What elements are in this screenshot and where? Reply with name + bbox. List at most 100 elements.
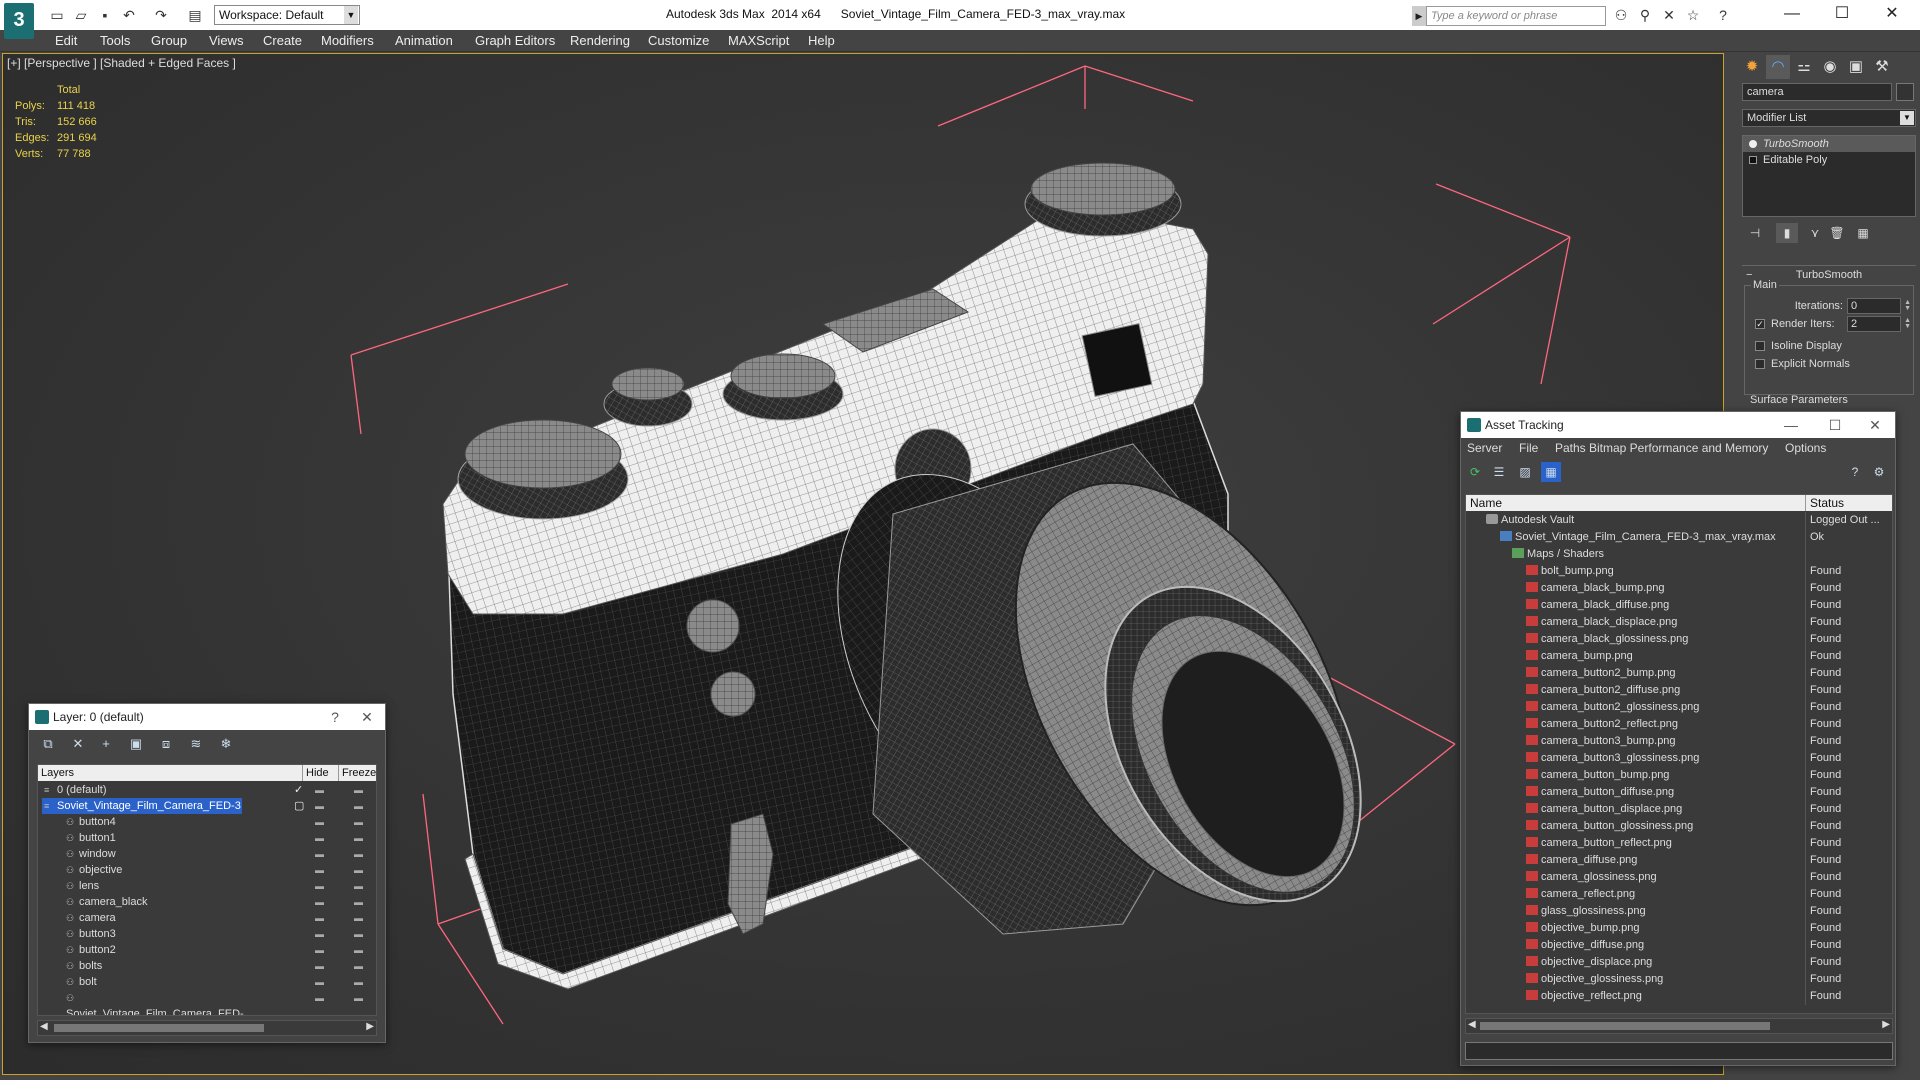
help-icon[interactable]: ?	[321, 704, 349, 730]
create-layer-icon[interactable]: ⧉	[37, 734, 59, 754]
asset-name-cell[interactable]: camera_black_bump.png	[1526, 580, 1665, 597]
freeze-all-layers-icon[interactable]: ❄	[215, 734, 237, 754]
layer-name-cell[interactable]: ⚇ bolt	[64, 974, 244, 990]
asset-name-cell[interactable]: camera_button_bump.png	[1526, 767, 1669, 784]
layer-row[interactable]: ≡ 0 (default) ✓ ▬ ▬	[38, 782, 376, 798]
help-icon[interactable]: ?	[1714, 6, 1732, 24]
asset-row[interactable]: camera_glossiness.png Found	[1466, 869, 1892, 886]
hierarchy-tab-icon[interactable]: ⚍	[1792, 55, 1816, 79]
column-layers[interactable]: Layers	[38, 765, 288, 781]
project-folder-icon[interactable]: ▤	[186, 6, 204, 24]
spinner-arrows-icon[interactable]: ▲ ▼	[1904, 299, 1911, 312]
asset-name-cell[interactable]: objective_glossiness.png	[1526, 971, 1663, 988]
utilities-tab-icon[interactable]: ⚒	[1870, 55, 1894, 79]
hide-toggle-icon[interactable]: ▬	[315, 798, 324, 814]
asset-row[interactable]: bolt_bump.png Found	[1466, 563, 1892, 580]
asset-row[interactable]: camera_bump.png Found	[1466, 648, 1892, 665]
asset-menu-server[interactable]: Server	[1467, 441, 1502, 455]
layer-name-cell[interactable]: ⚇ Soviet_Vintage_Film_Camera_FED-3	[64, 990, 244, 1015]
make-unique-icon[interactable]: ⋎	[1804, 223, 1826, 243]
spinner-arrows-icon[interactable]: ▲ ▼	[1904, 317, 1911, 330]
scroll-left-icon[interactable]: ◀	[1468, 1019, 1476, 1030]
layer-name-cell[interactable]: ⚇ camera	[64, 910, 244, 926]
asset-name-cell[interactable]: Maps / Shaders	[1512, 546, 1604, 563]
layer-name-cell[interactable]: ⚇ lens	[64, 878, 244, 894]
asset-row[interactable]: camera_button2_glossiness.png Found	[1466, 699, 1892, 716]
chevron-down-icon[interactable]: ▼	[344, 6, 358, 24]
scrollbar-thumb[interactable]	[54, 1024, 264, 1032]
redo-icon[interactable]: ↷	[152, 6, 170, 24]
lightbulb-icon[interactable]	[1749, 140, 1757, 148]
asset-name-cell[interactable]: camera_button2_glossiness.png	[1526, 699, 1699, 716]
maximize-icon[interactable]: ☐	[1821, 412, 1849, 438]
minimize-button[interactable]: —	[1772, 2, 1812, 26]
workspace-dropdown[interactable]: Workspace: Default	[214, 5, 360, 25]
hide-toggle-icon[interactable]: ▬	[315, 894, 324, 910]
highlight-layer-icon[interactable]: ⧈	[155, 734, 177, 754]
asset-name-cell[interactable]: camera_black_glossiness.png	[1526, 631, 1688, 648]
show-end-result-icon[interactable]: ▮	[1776, 223, 1798, 243]
asset-menu-options[interactable]: Options	[1785, 441, 1826, 455]
set-current-layer-icon[interactable]: ▢	[294, 798, 304, 814]
stack-item-turbosmooth[interactable]: TurboSmooth	[1743, 136, 1915, 152]
object-name-field[interactable]: camera	[1742, 83, 1892, 101]
settings-icon[interactable]: ⚙	[1869, 462, 1889, 482]
select-layer-objects-icon[interactable]: ▣	[125, 734, 147, 754]
column-freeze[interactable]: Freeze	[338, 765, 376, 781]
hide-toggle-icon[interactable]: ▬	[315, 926, 324, 942]
asset-name-cell[interactable]: camera_button3_glossiness.png	[1526, 750, 1699, 767]
hide-toggle-icon[interactable]: ▬	[315, 974, 324, 990]
asset-window-titlebar[interactable]: Asset Tracking — ☐ ✕	[1461, 412, 1895, 438]
hide-toggle-icon[interactable]: ▬	[315, 878, 324, 894]
save-file-icon[interactable]: ▪	[96, 6, 114, 24]
asset-row[interactable]: camera_button3_glossiness.png Found	[1466, 750, 1892, 767]
asset-name-cell[interactable]: camera_reflect.png	[1526, 886, 1635, 903]
scroll-left-icon[interactable]: ◀	[40, 1021, 48, 1032]
exchange-icon[interactable]: ✕	[1660, 6, 1678, 24]
object-color-swatch[interactable]	[1896, 83, 1914, 101]
asset-name-cell[interactable]: Soviet_Vintage_Film_Camera_FED-3_max_vra…	[1500, 529, 1776, 546]
asset-name-cell[interactable]: camera_button_diffuse.png	[1526, 784, 1674, 801]
menu-group[interactable]: Group	[151, 33, 187, 48]
scrollbar-thumb[interactable]	[1480, 1022, 1770, 1030]
asset-name-cell[interactable]: camera_button_reflect.png	[1526, 835, 1672, 852]
menu-animation[interactable]: Animation	[395, 33, 453, 48]
create-tab-icon[interactable]: ✹	[1740, 55, 1764, 79]
hide-toggle-icon[interactable]: ▬	[315, 846, 324, 862]
asset-row[interactable]: objective_glossiness.png Found	[1466, 971, 1892, 988]
hide-toggle-icon[interactable]: ▬	[315, 990, 324, 1006]
asset-row[interactable]: glass_glossiness.png Found	[1466, 903, 1892, 920]
explicit-normals-checkbox[interactable]: Explicit Normals	[1755, 356, 1915, 372]
checkbox-icon[interactable]	[1755, 359, 1765, 369]
layer-row[interactable]: ⚇ window ▬ ▬	[38, 846, 376, 862]
table-view-icon[interactable]: ▦	[1541, 462, 1561, 482]
isoline-display-checkbox[interactable]: Isoline Display	[1755, 338, 1915, 354]
asset-name-cell[interactable]: objective_reflect.png	[1526, 988, 1642, 1005]
viewport-label[interactable]: [+] [Perspective ] [Shaded + Edged Faces…	[7, 56, 236, 70]
asset-row[interactable]: Soviet_Vintage_Film_Camera_FED-3_max_vra…	[1466, 529, 1892, 546]
app-logo-icon[interactable]: 3	[4, 3, 34, 39]
asset-row[interactable]: camera_button_reflect.png Found	[1466, 835, 1892, 852]
menu-help[interactable]: Help	[808, 33, 835, 48]
layer-name-cell[interactable]: ⚇ button4	[64, 814, 244, 830]
menu-maxscript[interactable]: MAXScript	[728, 33, 789, 48]
minimize-icon[interactable]: —	[1777, 412, 1805, 438]
asset-row[interactable]: camera_button_glossiness.png Found	[1466, 818, 1892, 835]
layer-row[interactable]: ⚇ lens ▬ ▬	[38, 878, 376, 894]
freeze-toggle-icon[interactable]: ▬	[354, 814, 363, 830]
hide-toggle-icon[interactable]: ▬	[315, 782, 324, 798]
asset-row[interactable]: camera_black_diffuse.png Found	[1466, 597, 1892, 614]
pin-stack-icon[interactable]: ⊣	[1744, 223, 1766, 243]
layer-window-titlebar[interactable]: Layer: 0 (default) ? ✕	[29, 704, 385, 730]
freeze-toggle-icon[interactable]: ▬	[354, 974, 363, 990]
layer-row[interactable]: ⚇ camera_black ▬ ▬	[38, 894, 376, 910]
asset-name-cell[interactable]: Autodesk Vault	[1486, 512, 1574, 529]
asset-row[interactable]: objective_reflect.png Found	[1466, 988, 1892, 1005]
layer-row[interactable]: ⚇ objective ▬ ▬	[38, 862, 376, 878]
render-iters-value[interactable]: 2	[1851, 318, 1857, 330]
asset-name-cell[interactable]: objective_displace.png	[1526, 954, 1652, 971]
layer-name-cell[interactable]: ≡ 0 (default)	[42, 782, 242, 798]
layer-name-cell[interactable]: ≡ Soviet_Vintage_Film_Camera_FED-3	[42, 798, 242, 814]
modifier-list-dropdown[interactable]: Modifier List ▼	[1742, 109, 1916, 127]
layer-name-cell[interactable]: ⚇ button3	[64, 926, 244, 942]
